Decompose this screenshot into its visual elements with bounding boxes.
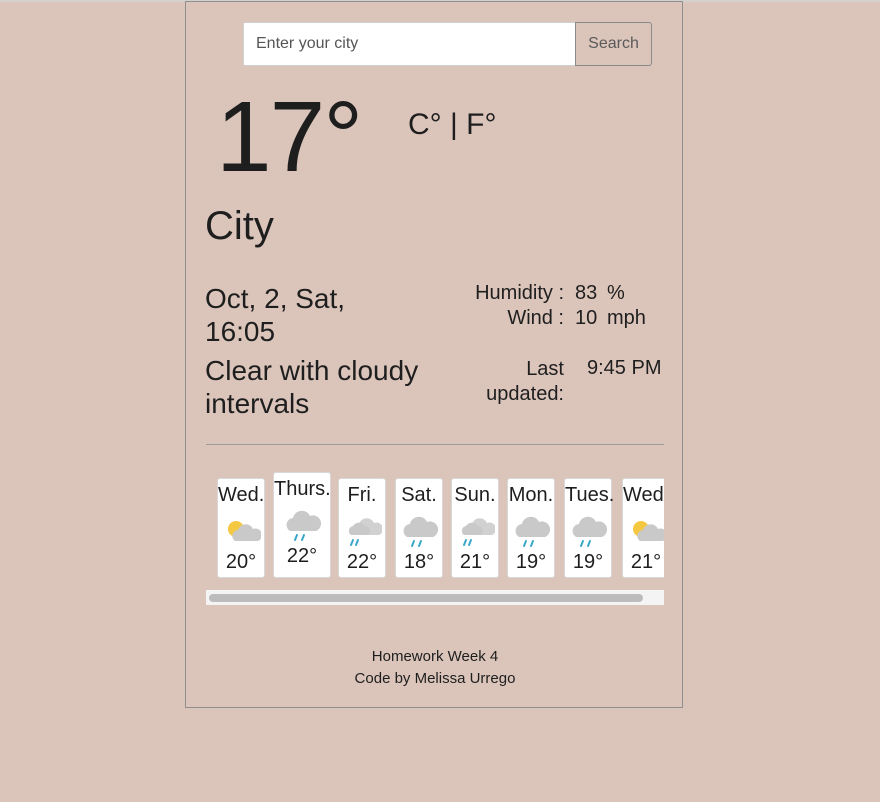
scrollbar-thumb[interactable]: [209, 594, 643, 602]
rain-cloud-icon: [286, 510, 322, 541]
forecast-day-card: Tues. 19°: [564, 478, 615, 578]
current-temperature: 17°: [216, 81, 363, 193]
search-input[interactable]: [243, 22, 576, 66]
forecast-day-temp: 18°: [403, 551, 435, 573]
forecast-day-temp: 19°: [515, 551, 547, 573]
rain-cloud-icon: [403, 516, 439, 547]
forecast-day-card: Fri. 22°: [338, 478, 386, 578]
partly-cloudy-sun-icon: [228, 521, 261, 541]
forecast-day-temp: 19°: [572, 551, 604, 573]
weather-description: Clear with cloudy intervals: [205, 355, 419, 419]
wind-value: 10: [575, 307, 598, 329]
wind-label: Wind :: [507, 307, 564, 329]
date-line: Oct, 2, Sat,: [205, 283, 346, 314]
forecast-day-temp: 20°: [225, 551, 257, 573]
unit-separator: |: [450, 108, 458, 141]
forecast-day-name: Tues.: [565, 484, 615, 506]
forecast-strip[interactable]: Wed. 20° Thurs. 22° Fri. 22° Sat. 18° Sun. 21° Mon…: [206, 470, 664, 606]
forecast-day-card: Sat. 18°: [395, 478, 443, 578]
footer-title: Homework Week 4: [371, 648, 499, 665]
forecast-day-temp: 21°: [459, 551, 491, 573]
humidity-unit: %: [607, 282, 625, 304]
forecast-day-card: Wed. 21°: [622, 478, 664, 578]
humidity-label: Humidity :: [475, 282, 564, 304]
search-button[interactable]: Search: [575, 22, 652, 66]
rain-cloud-icon: [515, 516, 551, 547]
footer-credit: Code by Melissa Urrego: [354, 670, 516, 687]
forecast-day-temp: 22°: [286, 545, 318, 567]
forecast-day-card: Sun. 21°: [451, 478, 499, 578]
time-line: 16:05: [205, 316, 276, 347]
partly-cloudy-sun-icon: [633, 521, 664, 541]
humidity-value: 83: [575, 282, 598, 304]
forecast-day-name: Fri.: [347, 484, 377, 506]
forecast-day-card: Thurs. 22°: [273, 472, 331, 578]
divider: [206, 444, 664, 445]
showers-icon: [461, 518, 495, 546]
last-updated-value: 9:45 PM: [587, 357, 662, 379]
last-updated-label: Last updated:: [486, 358, 564, 405]
forecast-day-name: Wed.: [218, 484, 265, 506]
forecast-day-card: Wed. 20°: [217, 478, 265, 578]
celsius-link[interactable]: C°: [408, 108, 442, 141]
wind-unit: mph: [607, 307, 646, 329]
forecast-day-name: Wed.: [623, 484, 664, 506]
forecast-day-temp: 22°: [346, 551, 378, 573]
unit-toggle: C° | F°: [408, 108, 496, 142]
forecast-day-temp: 21°: [630, 551, 662, 573]
forecast-day-card: Mon. 19°: [507, 478, 555, 578]
forecast-day-name: Sun.: [454, 484, 496, 506]
fahrenheit-link[interactable]: F°: [466, 108, 496, 141]
forecast-scrollbar[interactable]: [206, 590, 664, 605]
forecast-day-name: Thurs.: [274, 478, 331, 500]
city-name: City: [205, 204, 274, 248]
current-date: Oct, 2, Sat, 16:05: [205, 282, 405, 348]
forecast-day-name: Mon.: [508, 484, 554, 506]
showers-icon: [348, 518, 382, 546]
rain-cloud-icon: [572, 516, 608, 547]
forecast-day-name: Sat.: [401, 484, 437, 506]
